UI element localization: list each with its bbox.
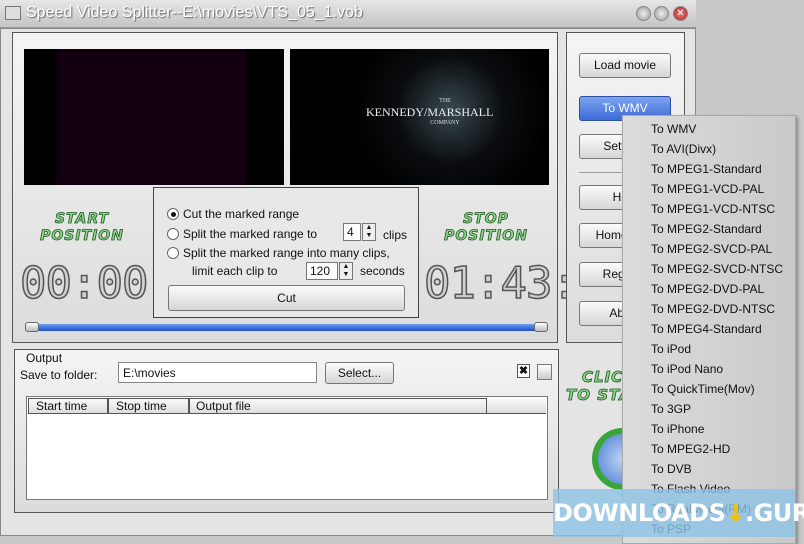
start-position-label: START POSITION [40,211,124,245]
seconds-label: seconds [360,264,405,278]
cut-range-radio[interactable] [167,208,179,220]
cut-range-label: Cut the marked range [183,207,300,221]
minimize-button[interactable] [636,6,651,21]
split-duration-radio[interactable] [167,247,179,259]
logo-text: KENNEDY/MARSHALL [366,105,494,119]
menu-item[interactable]: To AVI(Divx) [651,142,716,156]
limit-label: limit each clip to [192,264,278,278]
menu-item[interactable]: To MPEG2-Standard [651,222,762,236]
logo-text: COMPANY [430,120,460,126]
maximize-button[interactable] [654,6,669,21]
select-folder-button[interactable]: Select... [325,362,394,384]
watermark: DOWNLOADS↓.GURU [553,489,804,537]
clear-list-icon[interactable]: ✖ [517,364,530,378]
menu-item[interactable]: To iPod [651,342,691,356]
save-folder-input[interactable]: E:\movies [118,362,317,383]
column-header-empty [487,398,546,414]
menu-item[interactable]: To QuickTime(Mov) [651,382,755,396]
menu-item[interactable]: To 3GP [651,402,691,416]
menu-item[interactable]: To MPEG4-Standard [651,322,762,336]
clips-label: clips [383,228,408,242]
output-table: Start time Stop time Output file [26,396,548,500]
app-icon [5,6,21,20]
format-dropdown-menu: To WMV To AVI(Divx) To MPEG1-Standard To MP… [622,115,796,544]
menu-item[interactable]: To MPEG2-SVCD-NTSC [651,262,783,276]
title-bar: Speed Video Splitter--E:\movies\VTS_05_1… [0,0,696,28]
logo-text: THE [439,98,451,104]
seconds-input[interactable]: 120 [306,262,338,280]
menu-item[interactable]: To iPhone [651,422,704,436]
range-start-handle[interactable] [25,322,39,332]
save-folder-label: Save to folder: [20,368,98,382]
split-duration-label: Split the marked range into many clips, [183,246,390,260]
clips-count-input[interactable]: 4 [343,223,361,241]
menu-item[interactable]: To DVB [651,462,692,476]
load-movie-button[interactable]: Load movie [579,53,671,78]
clips-stepper[interactable]: ▲ ▼ [362,223,376,241]
menu-item[interactable]: To MPEG2-HD [651,442,730,456]
menu-item[interactable]: To WMV [651,122,696,136]
split-count-radio[interactable] [167,228,179,240]
start-frame-preview [24,49,284,185]
menu-item[interactable]: To MPEG2-SVCD-PAL [651,242,772,256]
cut-button[interactable]: Cut [168,285,405,311]
menu-item[interactable]: To MPEG2-DVD-NTSC [651,302,775,316]
range-stop-handle[interactable] [534,322,548,332]
menu-item[interactable]: To MPEG1-VCD-PAL [651,182,764,196]
split-count-label: Split the marked range to [183,227,318,241]
range-slider-track[interactable] [30,324,544,331]
column-header-output-file[interactable]: Output file [189,398,487,414]
seconds-stepper[interactable]: ▲ ▼ [339,262,353,280]
menu-item[interactable]: To MPEG1-Standard [651,162,762,176]
menu-item[interactable]: To MPEG1-VCD-NTSC [651,202,775,216]
stop-frame-preview: THE KENNEDY/MARSHALL COMPANY [290,49,549,185]
column-header-start-time[interactable]: Start time [28,398,108,414]
column-header-stop-time[interactable]: Stop time [108,398,189,414]
stop-position-label: STOP POSITION [444,211,528,245]
list-icon[interactable] [537,364,552,380]
close-button[interactable]: ✕ [673,6,688,21]
menu-item[interactable]: To MPEG2-DVD-PAL [651,282,764,296]
window-title: Speed Video Splitter--E:\movies\VTS_05_1… [26,4,363,21]
output-title: Output [26,351,63,365]
menu-item[interactable]: To iPod Nano [651,362,723,376]
